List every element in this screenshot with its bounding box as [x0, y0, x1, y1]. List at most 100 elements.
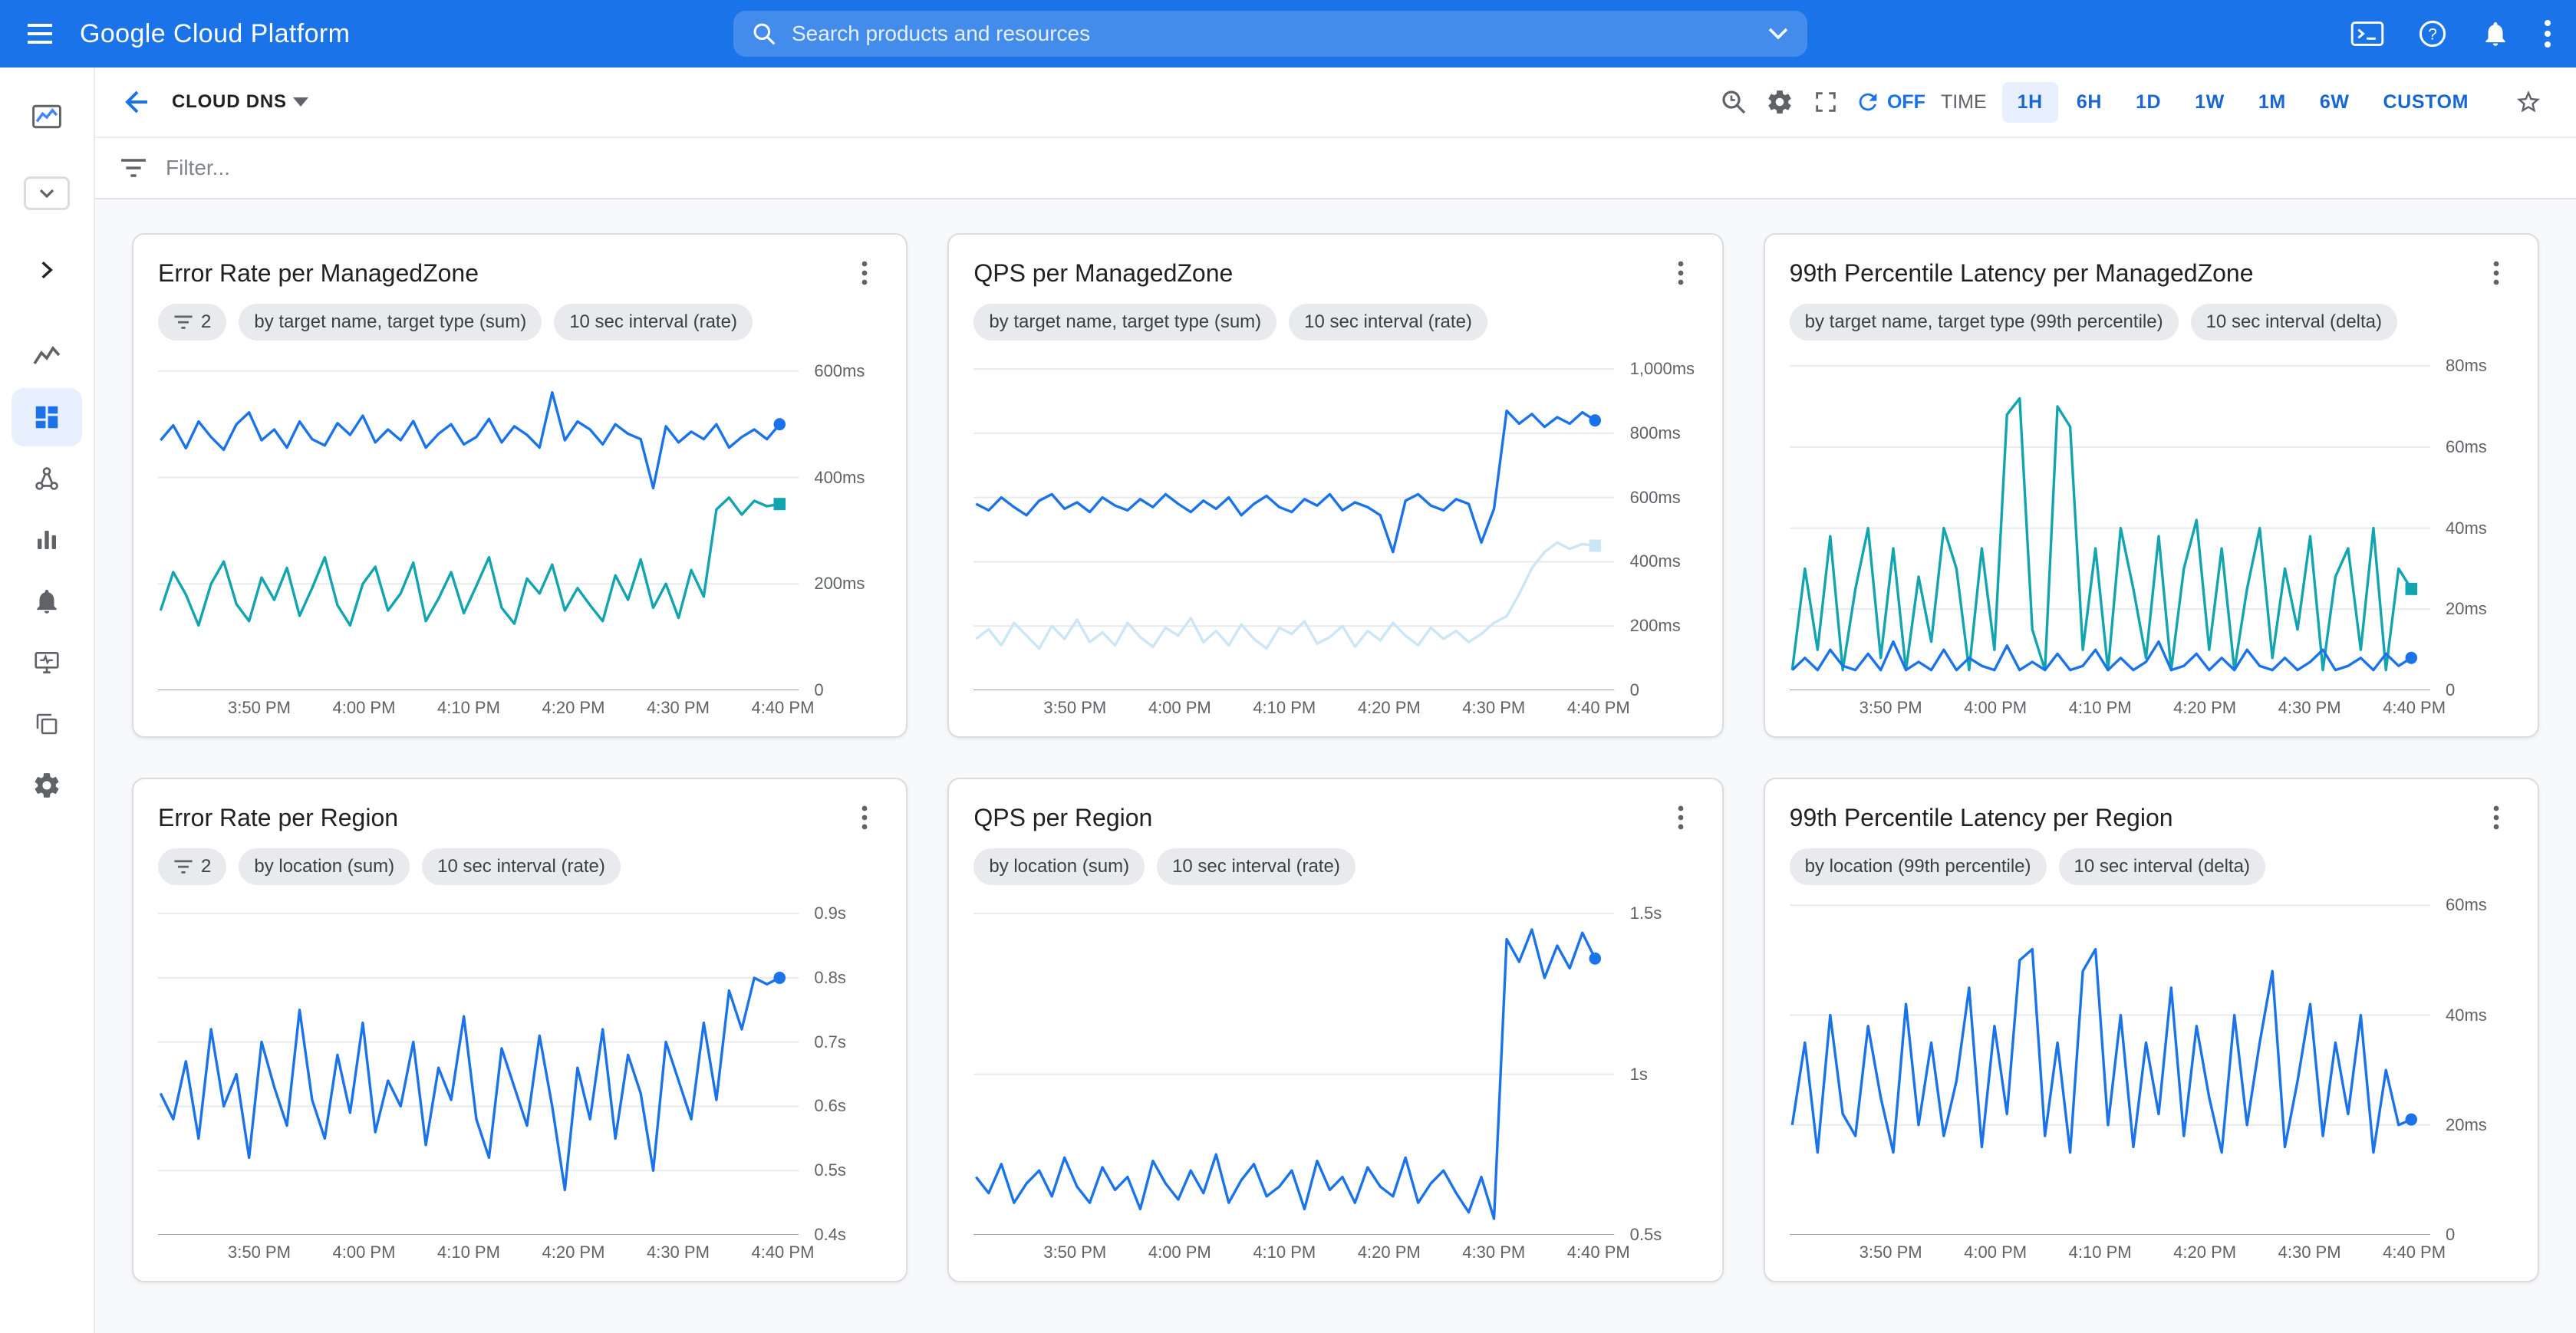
sidebar-item-metrics-explorer[interactable] — [12, 327, 82, 385]
chart-chip[interactable]: 10 sec interval (rate) — [554, 304, 753, 341]
x-tick-label: 3:50 PM — [228, 1242, 291, 1262]
chart-plot-area[interactable]: 3:50 PM4:00 PM4:10 PM4:20 PM4:30 PM4:40 … — [973, 894, 1614, 1266]
breadcrumb[interactable]: CLOUD DNS — [172, 91, 287, 113]
filter-input[interactable] — [166, 156, 2551, 180]
back-arrow-icon[interactable] — [110, 76, 163, 128]
y-tick-label: 200ms — [814, 574, 865, 594]
x-tick-label: 4:10 PM — [1253, 698, 1316, 718]
x-tick-label: 3:50 PM — [1043, 698, 1106, 718]
chart-menu-icon[interactable] — [2479, 256, 2513, 290]
chart-plot[interactable] — [1790, 894, 2430, 1235]
y-tick-label: 0.5s — [1630, 1225, 1662, 1245]
chart-chip[interactable]: 10 sec interval (rate) — [422, 848, 621, 885]
chart-plot-area[interactable]: 3:50 PM4:00 PM4:10 PM4:20 PM4:30 PM4:40 … — [158, 350, 799, 721]
time-range-custom[interactable]: CUSTOM — [2368, 82, 2484, 123]
sidebar-item-settings-gear-icon[interactable] — [12, 756, 82, 815]
chart-zone: 3:50 PM4:00 PM4:10 PM4:20 PM4:30 PM4:40 … — [973, 350, 1697, 721]
chart-chip[interactable]: 10 sec interval (delta) — [2191, 304, 2397, 341]
chart-plot[interactable] — [973, 894, 1614, 1235]
sidebar-item-dashboards[interactable] — [12, 388, 82, 446]
y-tick-label: 1s — [1630, 1065, 1648, 1085]
chip-label: 10 sec interval (delta) — [2206, 313, 2382, 331]
sidebar-expand-chevron-icon[interactable] — [12, 241, 82, 299]
chart-chip[interactable]: by target name, target type (99th percen… — [1790, 304, 2179, 341]
y-tick-label: 0.4s — [814, 1225, 846, 1245]
fullscreen-icon[interactable] — [1803, 79, 1849, 125]
time-range-1m[interactable]: 1M — [2243, 82, 2301, 123]
chart-plot-area[interactable]: 3:50 PM4:00 PM4:10 PM4:20 PM4:30 PM4:40 … — [1790, 894, 2430, 1266]
chart-chip[interactable]: by location (sum) — [973, 848, 1145, 885]
chart-menu-icon[interactable] — [1664, 256, 1698, 290]
x-tick-label: 4:20 PM — [1358, 1242, 1421, 1262]
chart-filter-chip[interactable]: 2 — [158, 304, 226, 341]
breadcrumb-caret-icon[interactable] — [293, 97, 308, 107]
chart-chip[interactable]: by location (sum) — [239, 848, 410, 885]
chart-plot-area[interactable]: 3:50 PM4:00 PM4:10 PM4:20 PM4:30 PM4:40 … — [973, 350, 1614, 721]
chart-menu-icon[interactable] — [2479, 801, 2513, 834]
x-tick-label: 4:10 PM — [2069, 1242, 2132, 1262]
dashboard-settings-gear-icon[interactable] — [1757, 79, 1803, 125]
chart-chip[interactable]: by location (99th percentile) — [1790, 848, 2047, 885]
more-vert-icon[interactable] — [2544, 19, 2551, 48]
sidebar-item-services[interactable] — [12, 511, 82, 569]
global-search-input[interactable]: Search products and resources — [733, 11, 1807, 57]
series-zone-a — [1792, 642, 2411, 670]
x-tick-label: 4:30 PM — [647, 698, 710, 718]
hamburger-menu-icon[interactable] — [0, 0, 80, 67]
y-tick-label: 0 — [814, 680, 823, 700]
chart-plot[interactable] — [158, 894, 799, 1235]
y-axis-labels: 020ms40ms60ms — [2430, 894, 2513, 1266]
x-tick-label: 4:30 PM — [2278, 698, 2341, 718]
chart-menu-icon[interactable] — [1664, 801, 1698, 834]
chart-menu-icon[interactable] — [848, 801, 881, 834]
chevron-down-icon[interactable] — [1767, 27, 1789, 41]
chart-plot[interactable] — [973, 350, 1614, 690]
chart-chips: by location (sum) 10 sec interval (rate) — [973, 848, 1697, 885]
product-logo[interactable]: Google Cloud Platform — [80, 19, 350, 49]
chart-zone: 3:50 PM4:00 PM4:10 PM4:20 PM4:30 PM4:40 … — [1790, 894, 2513, 1266]
chip-label: 10 sec interval (rate) — [569, 313, 737, 331]
chart-card-header: Error Rate per Region — [158, 801, 881, 834]
favorite-star-icon[interactable] — [2505, 79, 2551, 125]
chart-card: Error Rate per Region 2 by location (sum) 1… — [132, 778, 908, 1282]
chart-plot-area[interactable]: 3:50 PM4:00 PM4:10 PM4:20 PM4:30 PM4:40 … — [158, 894, 799, 1266]
chart-menu-icon[interactable] — [848, 256, 881, 290]
sidebar-item-monitoring-logo-icon[interactable] — [12, 87, 82, 146]
chip-label: 10 sec interval (rate) — [1304, 313, 1472, 331]
chip-label: 10 sec interval (rate) — [437, 857, 605, 876]
scope-picker-dropdown[interactable] — [12, 164, 82, 222]
chart-card: QPS per ManagedZoneby target name, targe… — [947, 233, 1723, 738]
search-in-chart-icon[interactable] — [1711, 79, 1757, 125]
chart-chip[interactable]: 10 sec interval (delta) — [2059, 848, 2265, 885]
chart-chip[interactable]: 10 sec interval (rate) — [1157, 848, 1356, 885]
y-tick-label: 0 — [2446, 680, 2455, 700]
x-tick-label: 3:50 PM — [1043, 1242, 1106, 1262]
sidebar-item-groups[interactable] — [12, 449, 82, 508]
sidebar-item-uptime-checks[interactable] — [12, 634, 82, 692]
chart-plot[interactable] — [158, 350, 799, 690]
time-range-1d[interactable]: 1D — [2120, 82, 2176, 123]
y-tick-label: 0.7s — [814, 1032, 846, 1052]
x-tick-label: 4:00 PM — [333, 1242, 396, 1262]
cloud-shell-icon[interactable] — [2350, 20, 2384, 48]
time-range-1h[interactable]: 1H — [2002, 82, 2058, 123]
auto-refresh-toggle[interactable]: OFF — [1855, 89, 1925, 115]
x-axis-labels: 3:50 PM4:00 PM4:10 PM4:20 PM4:30 PM4:40 … — [1790, 1242, 2430, 1266]
time-range-6w[interactable]: 6W — [2304, 82, 2365, 123]
sidebar-item-alerting-bell-icon[interactable] — [12, 572, 82, 630]
time-range-1w[interactable]: 1W — [2179, 82, 2240, 123]
chart-chip[interactable]: by target name, target type (sum) — [973, 304, 1276, 341]
chart-plot-area[interactable]: 3:50 PM4:00 PM4:10 PM4:20 PM4:30 PM4:40 … — [1790, 350, 2430, 721]
chart-filter-chip[interactable]: 2 — [158, 848, 226, 885]
x-tick-label: 4:20 PM — [542, 698, 604, 718]
refresh-state-label: OFF — [1887, 91, 1925, 114]
time-range-6h[interactable]: 6H — [2061, 82, 2117, 123]
sidebar-item-integrations[interactable] — [12, 695, 82, 753]
chart-chip[interactable]: by target name, target type (sum) — [239, 304, 542, 341]
y-tick-label: 60ms — [2446, 895, 2487, 915]
chart-chip[interactable]: 10 sec interval (rate) — [1289, 304, 1487, 341]
chart-plot[interactable] — [1790, 350, 2430, 690]
notifications-bell-icon[interactable] — [2481, 19, 2510, 48]
help-icon[interactable]: ? — [2418, 19, 2447, 48]
chart-zone: 3:50 PM4:00 PM4:10 PM4:20 PM4:30 PM4:40 … — [158, 894, 881, 1266]
